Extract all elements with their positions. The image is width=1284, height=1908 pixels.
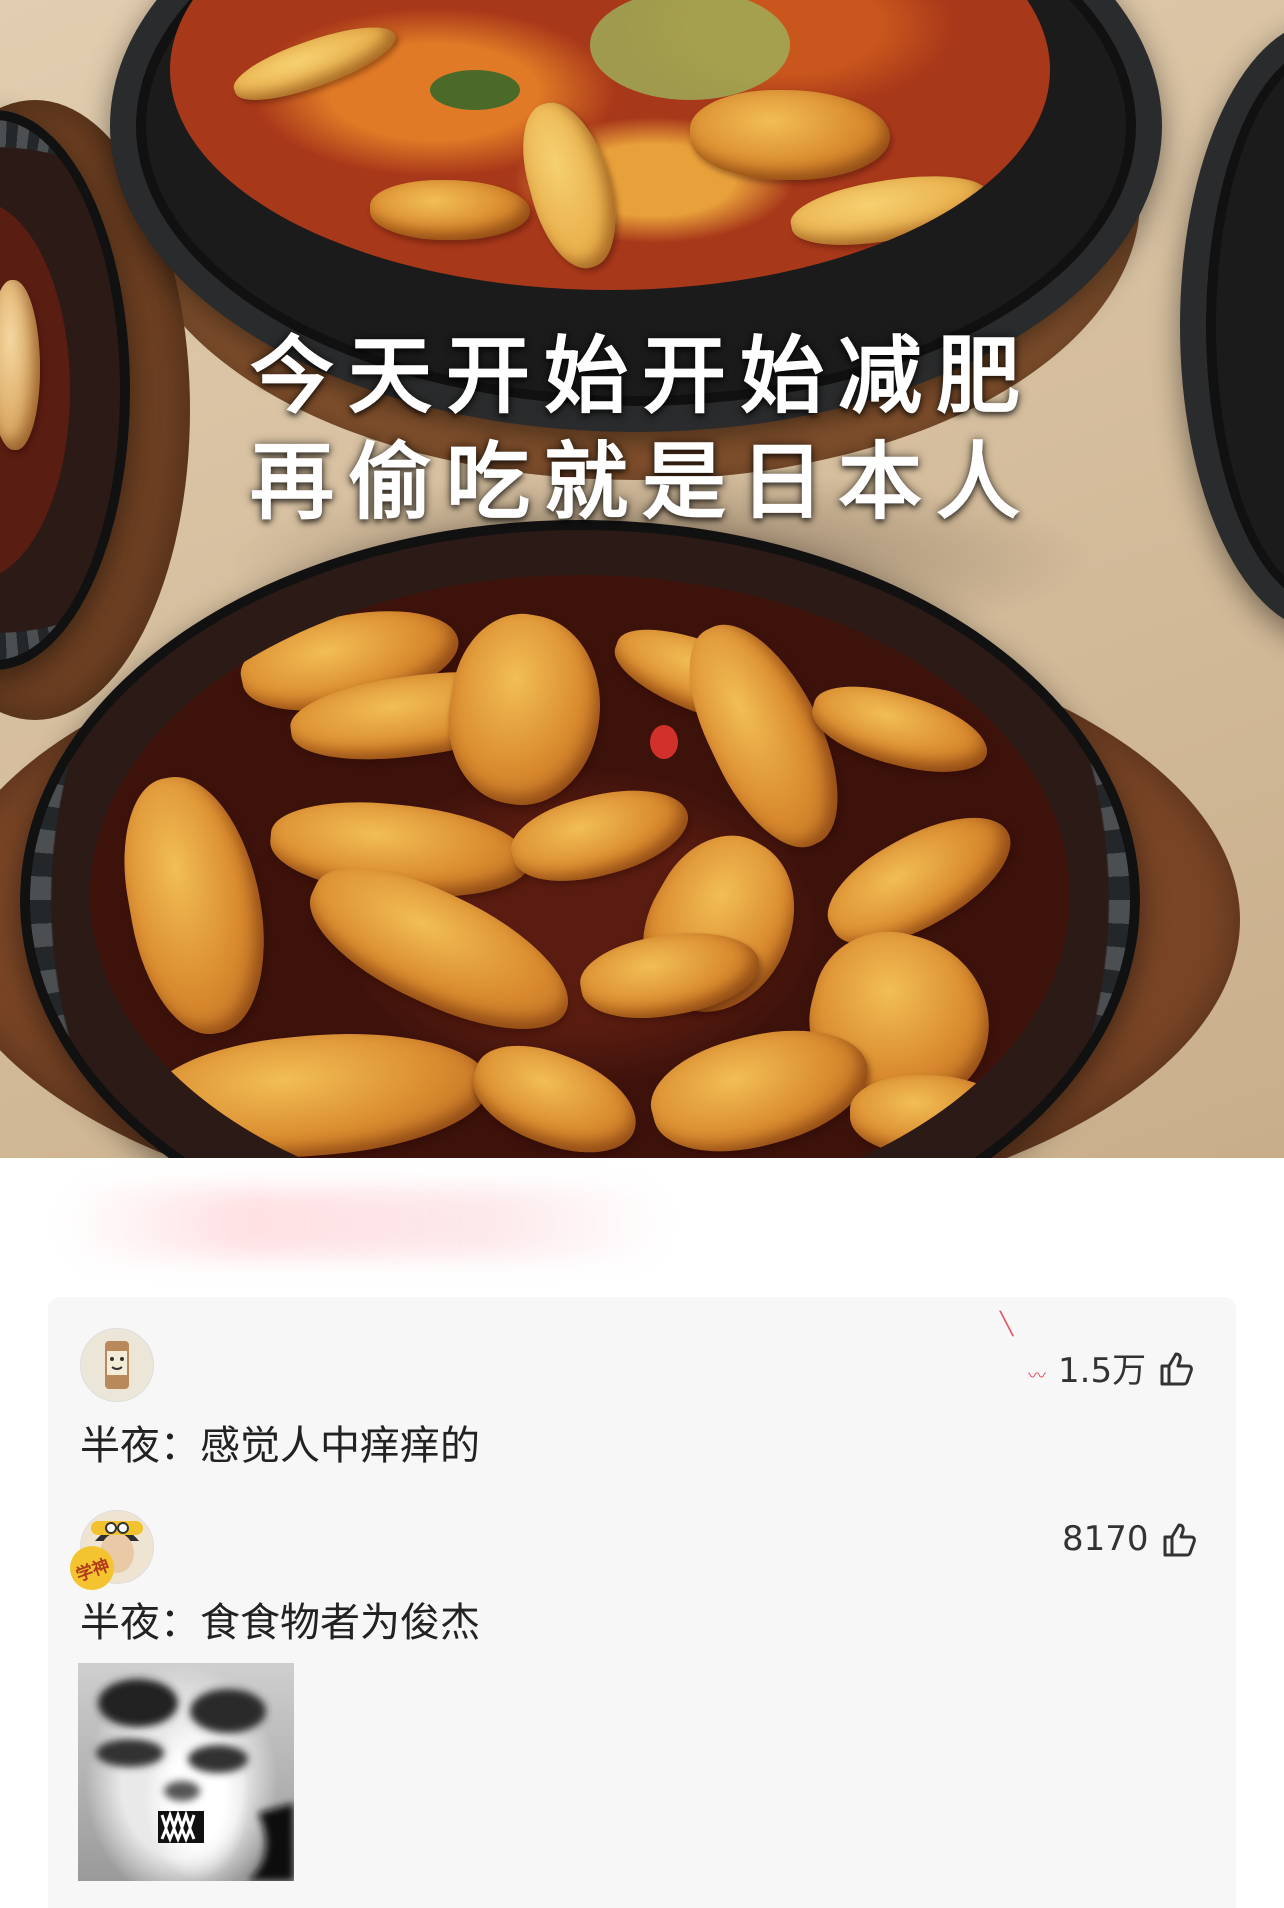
post-image[interactable]: 今天开始开始减肥 再偷吃就是日本人: [0, 0, 1284, 1158]
comment-1-like-count[interactable]: 1.5万: [1058, 1343, 1196, 1392]
avatar-badge-label: 学神: [73, 1555, 113, 1586]
red-scribble: ╲: [1000, 1312, 1014, 1337]
comment-1-separator: ：: [160, 1423, 200, 1469]
comment-2-separator: ：: [160, 1600, 200, 1646]
caption-line-2: 再偷吃就是日本人: [249, 433, 1034, 531]
thumbs-up-icon[interactable]: [1159, 1519, 1199, 1559]
comment-2-body: 半夜：食食物者为俊杰: [80, 1590, 480, 1648]
comment-2-text: 食食物者为俊杰: [200, 1600, 480, 1646]
thumbs-up-icon[interactable]: [1156, 1348, 1196, 1388]
right-pot: [1180, 20, 1284, 632]
comment-2-sticker-image[interactable]: [78, 1663, 294, 1881]
comment-1-text: 感觉人中痒痒的: [200, 1423, 480, 1469]
cartoon-avatar-icon: [81, 1329, 153, 1401]
comment-2-author[interactable]: 半夜: [80, 1600, 160, 1646]
like-count-label: 8170: [1062, 1519, 1149, 1559]
comment-1-author[interactable]: 半夜: [80, 1423, 160, 1469]
comment-1-avatar[interactable]: [80, 1328, 154, 1402]
red-scribble: 〰: [1028, 1366, 1046, 1387]
comment-1-body: 半夜：感觉人中痒痒的: [80, 1413, 480, 1471]
blurred-text: [60, 1188, 670, 1258]
meme-face-icon: [96, 1679, 294, 1881]
caption-line-1: 今天开始开始减肥: [249, 327, 1034, 425]
like-count-label: 1.5万: [1058, 1351, 1147, 1391]
comment-2-like-count[interactable]: 8170: [1062, 1519, 1199, 1559]
